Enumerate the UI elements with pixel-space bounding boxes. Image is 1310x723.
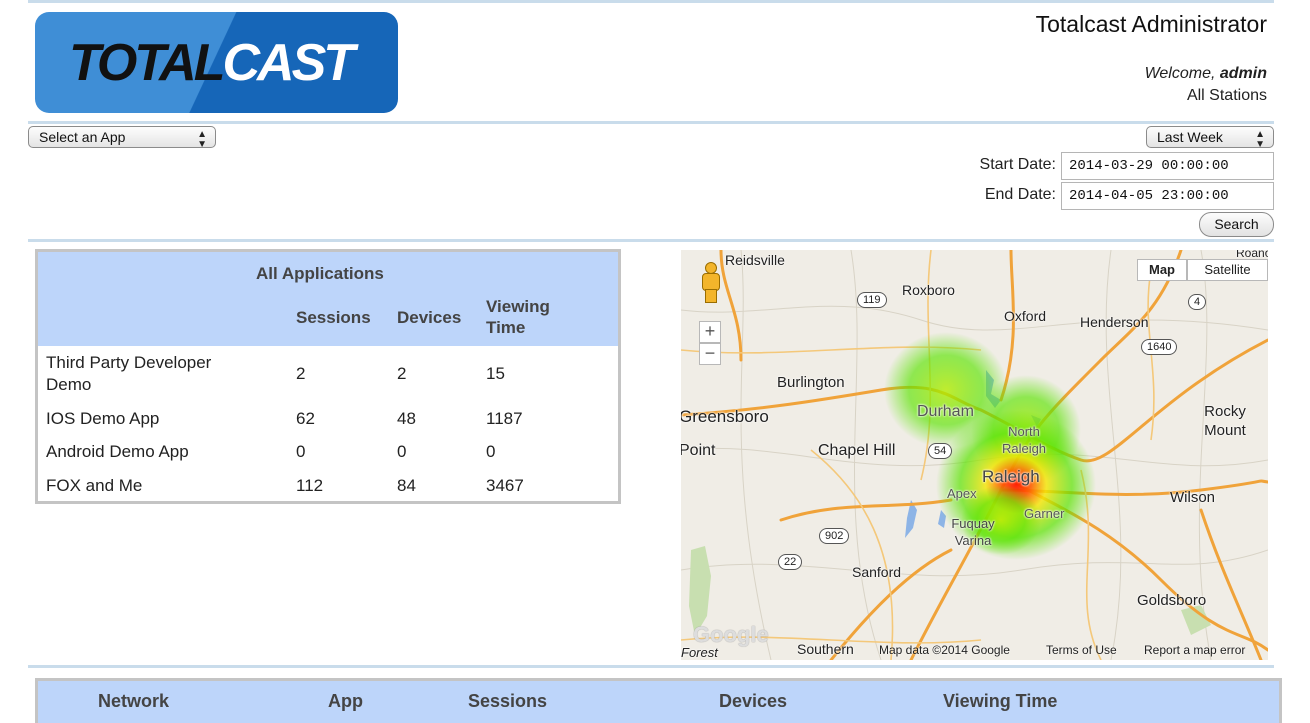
route-shield: 1640 — [1141, 339, 1178, 355]
app-name: Third Party Developer Demo — [46, 353, 212, 394]
app-select[interactable]: Select an App ▲ ▼ — [28, 126, 216, 150]
map-place-label: Garner — [1024, 506, 1065, 521]
welcome-prefix: Welcome, — [1144, 65, 1220, 82]
totalcast-logo: TOTALCAST — [35, 12, 398, 113]
network-table-header: Network App Sessions Devices Viewing Tim… — [35, 678, 1282, 723]
route-shield: 54 — [928, 443, 953, 459]
map-type-map-button[interactable]: Map — [1137, 259, 1187, 281]
pegman-icon[interactable] — [701, 262, 720, 303]
app-select-value: Select an App — [39, 129, 126, 145]
applications-table-header: All Applications Sessions Devices Viewin… — [38, 252, 618, 346]
select-arrows-icon: ▲ ▼ — [1255, 129, 1265, 150]
col-devices: Devices — [397, 308, 462, 327]
zoom-out-button[interactable]: − — [699, 343, 721, 365]
map-place-label: Goldsboro — [1137, 592, 1207, 609]
col-sessions: Sessions — [296, 308, 371, 327]
map-place-label: Roano — [1236, 250, 1268, 260]
col-network: Network — [98, 691, 170, 711]
google-logo: Google — [693, 622, 769, 647]
zoom-in-button[interactable]: + — [699, 321, 721, 343]
devices-value: 0 — [397, 442, 407, 461]
applications-table: All Applications Sessions Devices Viewin… — [35, 249, 621, 504]
route-shield: 119 — [857, 292, 887, 308]
col-devices: Devices — [719, 691, 788, 711]
map-place-label: Apex — [947, 486, 977, 501]
end-date-input[interactable]: 2014-04-05 23:00:00 — [1061, 182, 1274, 210]
map-place-label: Point — [681, 442, 716, 459]
filter-divider — [28, 239, 1274, 242]
map-place-label: Durham — [917, 403, 974, 420]
map-place-label: Fuquay Varina — [951, 516, 995, 548]
map-place-label: North Raleigh — [1001, 424, 1047, 456]
map-place-label: Southern — [797, 641, 854, 657]
logo-total-text: TOTAL — [69, 34, 225, 92]
page-title: Totalcast Administrator — [1035, 11, 1267, 37]
map-place-label: Reidsville — [725, 252, 785, 268]
heatmap-map[interactable]: + − Map Satellite Reidsville Roxboro Oxf… — [681, 250, 1268, 660]
end-date-label: End Date: — [984, 186, 1056, 203]
header-divider — [28, 121, 1274, 124]
app-name: FOX and Me — [46, 476, 143, 495]
viewing-value: 3467 — [486, 476, 524, 495]
sessions-value: 0 — [296, 442, 306, 461]
map-place-label: Burlington — [777, 374, 845, 391]
username: admin — [1219, 65, 1267, 82]
viewing-value: 1187 — [486, 409, 523, 428]
map-place-label: Chapel Hill — [818, 442, 896, 459]
start-date-input[interactable]: 2014-03-29 00:00:00 — [1061, 152, 1274, 180]
date-range-select[interactable]: Last Week ▲ ▼ — [1146, 126, 1274, 150]
devices-value: 84 — [397, 476, 416, 495]
route-shield: 902 — [819, 528, 850, 544]
map-place-label: Raleigh — [982, 467, 1040, 486]
col-app: App — [328, 691, 363, 711]
viewing-value: 15 — [486, 364, 505, 383]
map-place-label: Roxboro — [902, 282, 955, 298]
select-arrows-icon: ▲ ▼ — [197, 129, 207, 150]
viewing-value: 0 — [486, 442, 496, 461]
sessions-value: 2 — [296, 364, 306, 383]
route-shield: 22 — [778, 554, 803, 570]
start-date-label: Start Date: — [979, 156, 1056, 173]
map-place-label: Sanford — [852, 564, 902, 580]
map-attribution: Map data ©2014 Google — [879, 643, 1010, 657]
logo-cast-text: CAST — [222, 34, 356, 92]
map-place-label: Henderson — [1080, 314, 1149, 330]
map-place-label: Oxford — [1004, 308, 1047, 324]
search-button[interactable]: Search — [1199, 212, 1274, 237]
map-place-label: Greensboro — [681, 407, 769, 426]
map-divider — [28, 665, 1274, 668]
col-sessions: Sessions — [468, 691, 548, 711]
terms-of-use-link[interactable]: Terms of Use — [1046, 643, 1117, 657]
devices-value: 2 — [397, 364, 407, 383]
applications-table-title: All Applications — [256, 264, 384, 283]
col-viewing-time: Viewing Time — [943, 691, 1058, 711]
map-place-label: Rocky Mount — [1204, 403, 1246, 439]
app-name: IOS Demo App — [46, 409, 160, 428]
station-scope: All Stations — [1186, 87, 1267, 104]
app-name: Android Demo App — [46, 442, 189, 461]
sessions-value: 62 — [296, 409, 315, 428]
welcome-text: Welcome, admin — [1145, 65, 1267, 83]
col-viewing-time: Viewing Time — [486, 297, 550, 337]
date-range-value: Last Week — [1157, 129, 1223, 145]
map-type-satellite-button[interactable]: Satellite — [1187, 259, 1268, 281]
map-place-label: Wilson — [1170, 489, 1216, 506]
top-divider — [28, 0, 1274, 3]
route-shield: 4 — [1188, 294, 1207, 310]
devices-value: 48 — [397, 409, 416, 428]
report-map-error-link[interactable]: Report a map error — [1144, 643, 1245, 657]
sessions-value: 112 — [296, 476, 324, 495]
